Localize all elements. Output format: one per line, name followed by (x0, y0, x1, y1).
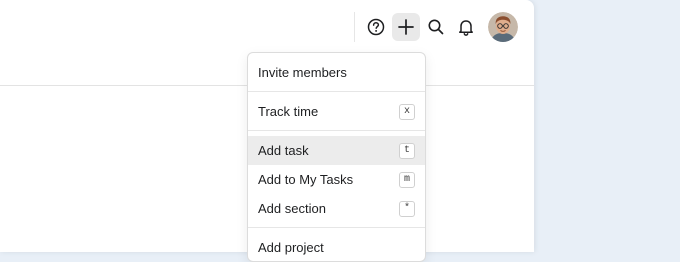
search-button[interactable] (422, 13, 450, 41)
shortcut-badge: t (399, 142, 415, 159)
create-menu: Invite members Track time x Add task t A… (247, 52, 426, 262)
menu-item-add-task[interactable]: Add task t (248, 136, 425, 165)
shortcut-badge: * (399, 200, 415, 217)
menu-item-add-project[interactable]: Add project (248, 233, 425, 261)
bell-icon (456, 17, 476, 37)
menu-divider (248, 227, 425, 228)
plus-icon (396, 17, 416, 37)
menu-divider (248, 91, 425, 92)
notifications-button[interactable] (452, 13, 480, 41)
help-button[interactable] (362, 13, 390, 41)
add-button[interactable] (392, 13, 420, 41)
menu-item-add-to-my-tasks[interactable]: Add to My Tasks m (248, 165, 425, 194)
menu-item-label: Add task (258, 143, 309, 158)
menu-item-invite-members[interactable]: Invite members (248, 58, 425, 87)
shortcut-badge: m (399, 171, 415, 188)
menu-divider (248, 130, 425, 131)
menu-item-label: Add to My Tasks (258, 172, 354, 187)
menu-item-label: Add section (258, 201, 326, 216)
menu-item-label: Add project (258, 240, 324, 255)
search-icon (426, 17, 446, 37)
menu-item-label: Track time (258, 104, 319, 119)
toolbar-separator (354, 12, 355, 42)
question-circle-icon (366, 17, 386, 37)
user-avatar[interactable] (488, 12, 518, 42)
menu-item-track-time[interactable]: Track time x (248, 97, 425, 126)
menu-item-add-section[interactable]: Add section * (248, 194, 425, 223)
shortcut-badge: x (399, 103, 415, 120)
menu-item-label: Invite members (258, 65, 347, 80)
